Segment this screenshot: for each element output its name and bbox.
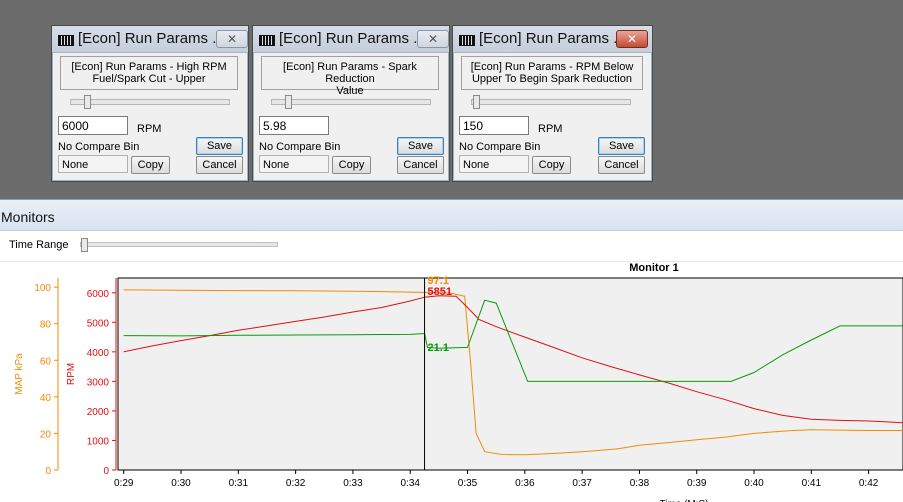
value-input[interactable]: 6000 [58,116,128,135]
x-tick-label: 0:42 [859,478,879,489]
copy-button[interactable]: Copy [532,156,571,174]
copy-button[interactable]: Copy [131,156,170,174]
param-description-line2: Upper To Begin Spark Reduction [471,73,632,85]
monitors-body: Time Range Monitor 1 0 20 40 60 80 100 MAP kPa 0… [0,231,903,502]
y-tick-label: 1000 [87,436,110,447]
x-tick-label: 0:32 [286,478,306,489]
dialog-title: [Econ] Run Params ... [279,30,426,47]
y-tick-label: 2000 [87,407,110,418]
compare-bin-label: No Compare Bin [259,141,341,153]
y-tick-label: 6000 [87,289,110,300]
chip-icon [459,35,475,46]
y-tick-label: 80 [40,320,52,331]
x-tick-label: 0:38 [630,478,650,489]
save-button[interactable]: Save [397,137,444,155]
plot-area [117,277,903,471]
dialog-title: [Econ] Run Params ... [479,30,626,47]
run-params-dialog-3: [Econ] Run Params ... ✕ [Econ] Run Param… [452,25,653,182]
x-tick-label: 0:33 [343,478,363,489]
unit-label: RPM [137,123,162,135]
cancel-button[interactable]: Cancel [196,156,243,174]
x-tick-label: 0:31 [229,478,249,489]
param-description-line2: Fuel/Spark Cut - Upper [92,73,206,85]
dialog-titlebar[interactable]: [Econ] Run Params ... ✕ [453,26,652,53]
cancel-button[interactable]: Cancel [598,156,645,174]
value-slider[interactable] [70,95,230,109]
value-input[interactable]: 150 [459,116,529,135]
dialog-title: [Econ] Run Params ... [78,30,225,47]
slider-thumb[interactable] [285,95,292,109]
y-axis-title-rpm: RPM [66,363,77,385]
y-tick-label: 0 [103,466,109,477]
value-input[interactable]: 5.98 [259,116,329,135]
cancel-button[interactable]: Cancel [397,156,444,174]
monitor-chart[interactable]: Monitor 1 0 20 40 60 80 100 MAP kPa 0 1000 2000 300… [0,231,903,502]
x-tick-label: 0:39 [687,478,707,489]
y-tick-label: 20 [40,429,52,440]
x-tick-label: 0:37 [572,478,592,489]
compare-bin-select[interactable]: None [459,155,529,173]
compare-bin-select[interactable]: None [259,155,329,173]
param-description-line1: [Econ] Run Params - Spark Reduction [283,61,417,85]
close-button[interactable]: ✕ [216,30,248,48]
run-params-dialog-1: [Econ] Run Params ... ✕ [Econ] Run Param… [51,25,249,182]
param-description: [Econ] Run Params - Spark Reduction Valu… [261,56,439,97]
y-axis-title-map: MAP kPa [14,353,25,395]
x-tick-label: 0:29 [114,478,134,489]
y-tick-label: 4000 [87,348,110,359]
compare-bin-label: No Compare Bin [58,141,140,153]
save-button[interactable]: Save [196,137,243,155]
monitors-header: Monitors [0,200,903,231]
monitors-panel: Monitors Time Range Monitor 1 0 20 40 60 80 10… [0,199,903,502]
x-tick-label: 0:41 [802,478,822,489]
y-tick-label: 60 [40,356,52,367]
y-tick-label: 5000 [87,318,110,329]
param-description: [Econ] Run Params - RPM Below Upper To B… [461,56,643,90]
dialog-titlebar[interactable]: [Econ] Run Params ... ✕ [52,26,248,53]
cursor-value-rpm: 5851 [428,286,452,298]
chip-icon [259,35,275,46]
save-button[interactable]: Save [598,137,645,155]
param-description-line1: [Econ] Run Params - RPM Below [470,61,634,73]
param-description: [Econ] Run Params - High RPM Fuel/Spark … [60,56,238,90]
unit-label: RPM [538,123,563,135]
y-tick-label: 0 [45,466,51,477]
x-tick-label: 0:40 [744,478,764,489]
run-params-dialog-2: [Econ] Run Params ... ✕ [Econ] Run Param… [252,25,450,182]
dialog-titlebar[interactable]: [Econ] Run Params ... ✕ [253,26,449,53]
close-button[interactable]: ✕ [616,30,648,48]
y-tick-label: 100 [34,283,51,294]
x-tick-label: 0:34 [400,478,420,489]
chart-title: Monitor 1 [629,262,679,274]
slider-thumb[interactable] [473,95,480,109]
copy-button[interactable]: Copy [332,156,371,174]
monitors-title: Monitors [1,209,55,225]
compare-bin-label: No Compare Bin [459,141,541,153]
x-tick-label: 0:35 [458,478,478,489]
x-tick-label: 0:30 [171,478,191,489]
param-description-line1: [Econ] Run Params - High RPM [71,61,227,73]
value-slider[interactable] [471,95,631,109]
compare-bin-select[interactable]: None [58,155,128,173]
y-tick-label: 40 [40,393,52,404]
x-tick-label: 0:36 [515,478,535,489]
y-tick-label: 3000 [87,377,110,388]
value-slider[interactable] [271,95,431,109]
cursor-value-third: 21.1 [428,342,449,354]
close-button[interactable]: ✕ [417,30,449,48]
chip-icon [58,35,74,46]
slider-thumb[interactable] [84,95,91,109]
